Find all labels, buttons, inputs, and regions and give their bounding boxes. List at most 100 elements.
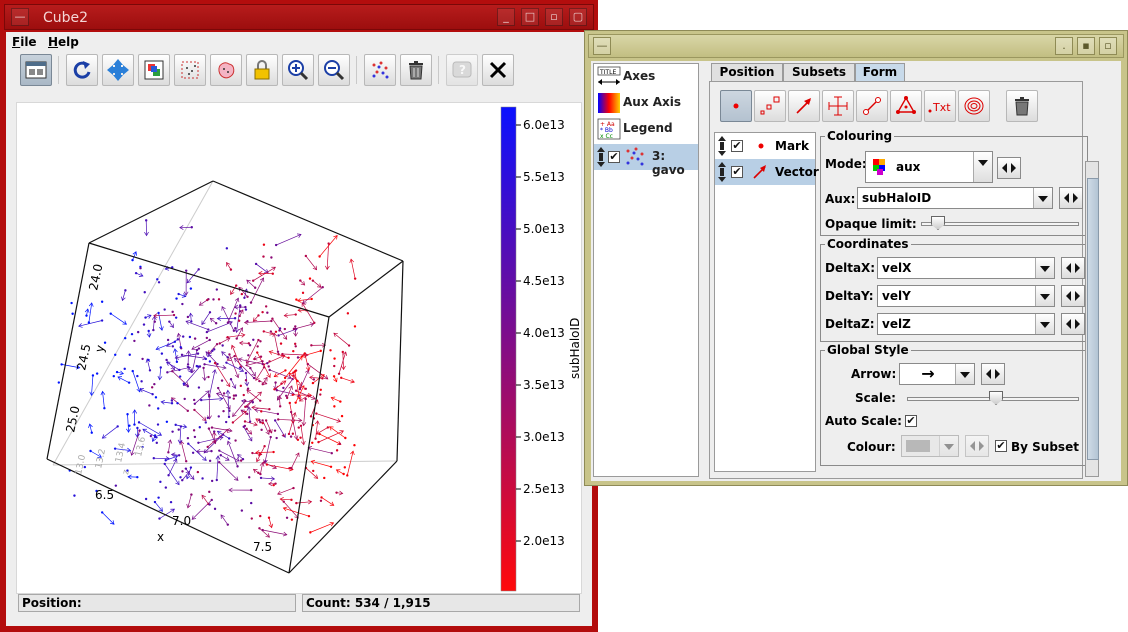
add-contour-form-button[interactable] — [958, 90, 990, 122]
mark-point — [172, 313, 176, 317]
close-plot-button[interactable] — [482, 54, 514, 86]
help-button[interactable]: ? — [446, 54, 478, 86]
scrollbar-thumb[interactable] — [1087, 178, 1099, 460]
deltaz-stepper[interactable] — [1061, 313, 1085, 335]
layer-visible-checkbox[interactable]: ✔ — [608, 151, 620, 163]
mark-point — [353, 325, 357, 328]
mode-select[interactable]: aux — [865, 151, 993, 183]
close-window-icon[interactable]: ▢ — [569, 8, 587, 26]
form-visible-checkbox[interactable]: ✔ — [731, 166, 743, 178]
add-line-form-button[interactable] — [856, 90, 888, 122]
mark-point — [290, 498, 293, 502]
layer-item-gavo[interactable]: ✔ 3: gavo — [594, 144, 698, 177]
aux-stepper[interactable] — [1059, 187, 1083, 209]
colour-stepper[interactable] — [965, 435, 989, 457]
add-error-form-button[interactable] — [822, 90, 854, 122]
axis-lock-button[interactable] — [246, 54, 278, 86]
add-layer-button[interactable] — [364, 54, 396, 86]
mark-point — [200, 398, 203, 402]
arrow-select[interactable]: → — [899, 363, 975, 385]
vector-arrow — [296, 501, 312, 504]
deltaz-select[interactable]: velZ — [877, 313, 1055, 335]
restore-icon[interactable]: ▫ — [545, 8, 563, 26]
add-polygon-form-button[interactable] — [890, 90, 922, 122]
plot-canvas[interactable]: 6.5 7.0 7.5 x 24.0 24.5 25.0 y 13.0 13.2… — [16, 102, 582, 594]
drag-handle-icon[interactable] — [717, 136, 727, 156]
menu-file[interactable]: File — [12, 35, 37, 49]
mark-point — [271, 317, 274, 320]
arrow-stepper[interactable] — [981, 363, 1005, 385]
deltay-stepper[interactable] — [1061, 285, 1085, 307]
mark-point — [246, 405, 249, 408]
mark-point — [291, 393, 295, 397]
restore-icon[interactable]: ▫ — [1099, 37, 1117, 55]
deltax-stepper[interactable] — [1061, 257, 1085, 279]
tab-position[interactable]: Position — [711, 63, 783, 81]
replot-button[interactable] — [66, 54, 98, 86]
chevron-down-icon[interactable] — [1035, 314, 1054, 334]
chevron-down-icon[interactable] — [1035, 286, 1054, 306]
mark-point — [149, 434, 153, 438]
chevron-down-icon[interactable] — [973, 152, 992, 182]
add-mark-form-button[interactable] — [720, 90, 752, 122]
chevron-down-icon[interactable] — [939, 436, 958, 456]
menu-help[interactable]: Help — [48, 35, 79, 49]
rescale-button[interactable] — [138, 54, 170, 86]
minimize-icon[interactable]: . — [1055, 37, 1073, 55]
form-visible-checkbox[interactable]: ✔ — [731, 140, 743, 152]
deltay-select[interactable]: velY — [877, 285, 1055, 307]
mark-point — [271, 272, 274, 275]
add-vector-form-button[interactable] — [788, 90, 820, 122]
drag-handle-icon[interactable] — [596, 147, 606, 167]
mark-point — [126, 413, 129, 416]
layer-item-axes[interactable]: TITLE Axes — [594, 64, 698, 90]
drag-handle-icon[interactable] — [717, 162, 727, 182]
scale-thumb[interactable] — [989, 391, 1003, 405]
auto-scale-checkbox[interactable]: ✔ — [905, 415, 917, 427]
subset-rectangle-button[interactable] — [174, 54, 206, 86]
window-menu-icon[interactable]: — — [11, 8, 29, 26]
form-item-vector[interactable]: ✔ Vector — [715, 159, 819, 185]
chevron-down-icon[interactable] — [955, 364, 974, 384]
mark-point — [240, 509, 244, 512]
chevron-down-icon[interactable] — [1033, 188, 1052, 208]
scatter-layer-icon — [626, 147, 644, 166]
mode-stepper[interactable] — [997, 157, 1021, 179]
mark-point — [179, 346, 182, 349]
window-menu-icon[interactable]: — — [593, 37, 611, 55]
chevron-down-icon[interactable] — [1035, 258, 1054, 278]
aux-select[interactable]: subHaloID — [857, 187, 1053, 209]
control-window: — . ▪ ▫ TITLE Axes Aux Axis + Aa * Bb x Cc… — [584, 30, 1128, 486]
maximize-icon[interactable]: ▪ — [1077, 37, 1095, 55]
mark-point — [153, 382, 156, 386]
mark-point — [319, 499, 323, 502]
form-item-mark[interactable]: ✔ Mark — [715, 133, 815, 159]
subset-blob-button[interactable] — [210, 54, 242, 86]
tab-subsets[interactable]: Subsets — [783, 63, 855, 81]
zoom-out-button[interactable] — [318, 54, 350, 86]
float-controls-button[interactable] — [20, 54, 52, 86]
remove-layer-button[interactable] — [400, 54, 432, 86]
add-text-form-button[interactable]: Txt — [924, 90, 956, 122]
deltax-select[interactable]: velX — [877, 257, 1055, 279]
maximize-icon[interactable]: □ — [521, 8, 539, 26]
remove-form-button[interactable] — [1006, 90, 1038, 122]
form-scrollbar[interactable] — [1085, 161, 1099, 477]
mark-point — [268, 408, 271, 411]
cube-plot[interactable]: 6.5 7.0 7.5 x 24.0 24.5 25.0 y 13.0 13.2… — [17, 103, 582, 593]
mark-point — [186, 436, 190, 440]
mark-point — [292, 349, 295, 353]
layer-item-aux-axis[interactable]: Aux Axis — [594, 90, 698, 116]
colour-select[interactable] — [901, 435, 959, 457]
control-window-titlebar[interactable]: — . ▪ ▫ — [588, 34, 1124, 58]
global-style-group: Global Style Arrow: → Scale: Auto Scale:… — [820, 343, 1088, 466]
navigate-button[interactable] — [102, 54, 134, 86]
add-size-form-button[interactable] — [754, 90, 786, 122]
zoom-in-button[interactable] — [282, 54, 314, 86]
minimize-icon[interactable]: _ — [497, 8, 515, 26]
opaque-limit-thumb[interactable] — [931, 216, 945, 230]
by-subset-checkbox[interactable]: ✔ — [995, 440, 1007, 452]
tab-form[interactable]: Form — [855, 63, 905, 83]
layer-item-legend[interactable]: + Aa * Bb x Cc Legend — [594, 116, 698, 142]
plot-window-titlebar[interactable]: — Cube2 _ □ ▫ ▢ — [4, 4, 594, 30]
